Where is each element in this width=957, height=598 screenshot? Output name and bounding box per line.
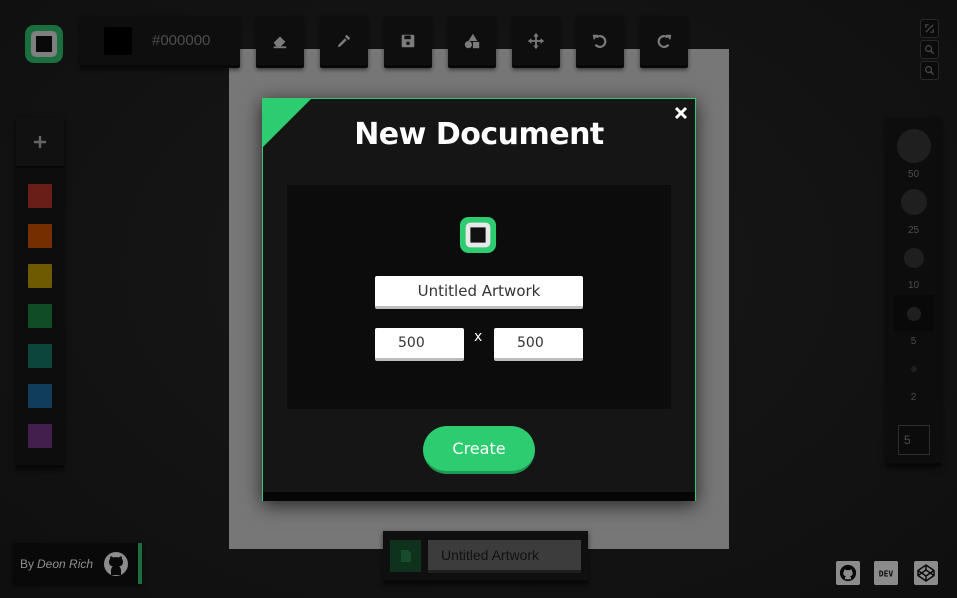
- create-button[interactable]: Create: [423, 426, 535, 474]
- width-input[interactable]: [375, 328, 464, 361]
- app-logo-icon: [459, 216, 497, 254]
- dialog-body: x: [287, 185, 671, 409]
- new-document-dialog: New Document x Create: [262, 98, 696, 501]
- height-input[interactable]: [494, 328, 583, 361]
- dialog-title: New Document: [354, 117, 604, 152]
- document-name-input[interactable]: [375, 276, 583, 309]
- dimension-separator: x: [474, 329, 483, 345]
- dialog-footer: [263, 492, 695, 501]
